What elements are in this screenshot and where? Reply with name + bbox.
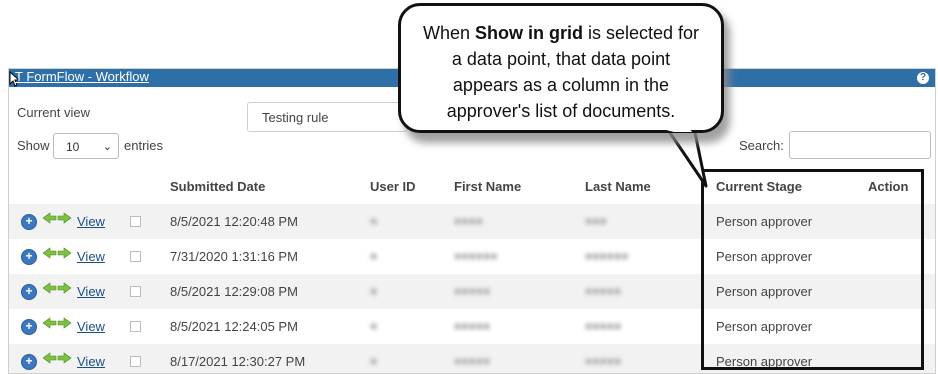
submitted-date-cell: 8/5/2021 12:24:05 PM: [170, 319, 298, 334]
first-name-cell-redacted: ■■■■■: [454, 354, 491, 368]
first-name-cell-redacted: ■■■■: [454, 214, 483, 228]
submitted-date-cell: 8/5/2021 12:20:48 PM: [170, 214, 298, 229]
entries-value: 10: [66, 140, 80, 154]
plus-circle-icon[interactable]: +: [21, 354, 37, 370]
view-link[interactable]: View: [77, 284, 105, 299]
last-name-cell-redacted: ■■■■■: [585, 319, 622, 333]
callout-pointer-join: [662, 129, 692, 132]
user-id-cell-redacted: ■: [370, 249, 378, 263]
submitted-date-cell: 7/31/2020 1:31:16 PM: [170, 249, 298, 264]
view-link[interactable]: View: [77, 214, 105, 229]
route-arrows-icon[interactable]: [43, 282, 73, 298]
show-label: Show: [17, 138, 50, 153]
last-name-cell-redacted: ■■■■■: [585, 354, 622, 368]
row-checkbox[interactable]: [130, 356, 141, 367]
row-checkbox[interactable]: [130, 286, 141, 297]
last-name-cell-redacted: ■■■■■: [585, 284, 622, 298]
current-stage-highlight-box: [701, 169, 924, 370]
plus-circle-icon[interactable]: +: [21, 284, 37, 300]
search-input[interactable]: [789, 131, 931, 159]
row-checkbox[interactable]: [130, 321, 141, 332]
first-name-cell-redacted: ■■■■■: [454, 319, 491, 333]
user-id-cell-redacted: ■: [370, 354, 378, 368]
submitted-date-cell: 8/17/2021 12:30:27 PM: [170, 354, 306, 369]
column-first-name[interactable]: First Name: [454, 179, 521, 194]
last-name-cell-redacted: ■■■■■■: [585, 249, 629, 263]
chevron-down-icon: ⌄: [102, 141, 112, 153]
callout-bubble: When Show in grid is selected for a data…: [398, 3, 724, 133]
last-name-cell-redacted: ■■■: [585, 214, 607, 228]
current-view-value: Testing rule: [262, 110, 329, 125]
callout-text: When Show in grid is selected for a data…: [422, 23, 700, 121]
first-name-cell-redacted: ■■■■■■: [454, 249, 498, 263]
route-arrows-icon[interactable]: [43, 317, 73, 333]
first-name-cell-redacted: ■■■■■: [454, 284, 491, 298]
entries-select[interactable]: 10 ⌄: [53, 133, 119, 159]
route-arrows-icon[interactable]: [43, 352, 73, 368]
view-link[interactable]: View: [77, 249, 105, 264]
user-id-cell-redacted: ■: [370, 319, 378, 333]
plus-circle-icon[interactable]: +: [21, 249, 37, 265]
plus-circle-icon[interactable]: +: [21, 319, 37, 335]
route-arrows-icon[interactable]: [43, 247, 73, 263]
view-link[interactable]: View: [77, 354, 105, 369]
column-user-id[interactable]: User ID: [370, 179, 416, 194]
view-link[interactable]: View: [77, 319, 105, 334]
plus-circle-icon[interactable]: +: [21, 214, 37, 230]
user-id-cell-redacted: ■: [370, 284, 378, 298]
workflow-title-link[interactable]: T FormFlow - Workflow: [15, 69, 149, 85]
current-view-select[interactable]: Testing rule: [247, 102, 407, 132]
submitted-date-cell: 8/5/2021 12:29:08 PM: [170, 284, 298, 299]
search-label: Search:: [739, 138, 784, 153]
entries-label: entries: [124, 138, 164, 153]
row-checkbox[interactable]: [130, 251, 141, 262]
row-checkbox[interactable]: [130, 216, 141, 227]
user-id-cell-redacted: ■: [370, 214, 378, 228]
route-arrows-icon[interactable]: [43, 212, 73, 228]
current-view-label: Current view: [17, 105, 90, 120]
help-icon[interactable]: ?: [917, 72, 929, 84]
column-submitted-date[interactable]: Submitted Date: [170, 179, 265, 194]
